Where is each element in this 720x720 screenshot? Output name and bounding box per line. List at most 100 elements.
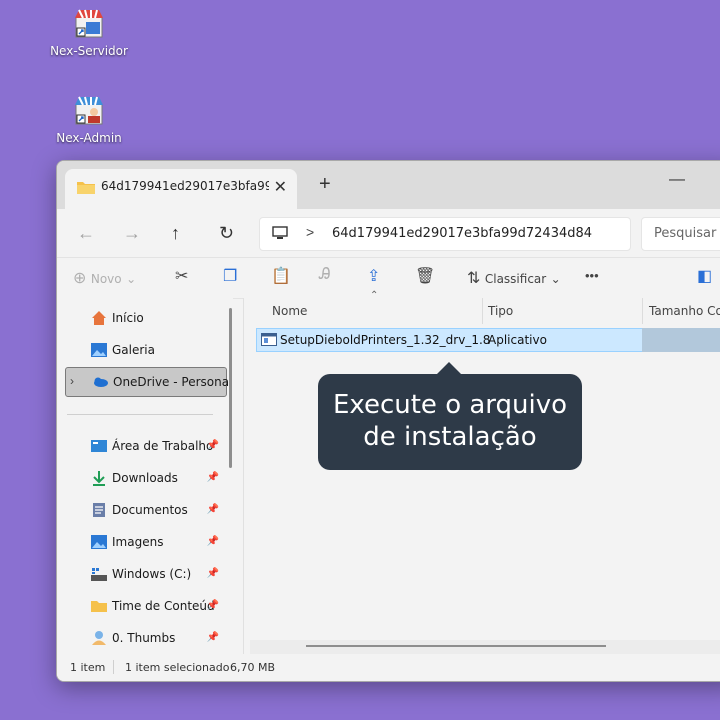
sidebar-item-onedrive[interactable]: › OneDrive - Personal bbox=[65, 367, 232, 397]
search-placeholder: Pesquisar e bbox=[654, 226, 720, 241]
file-size-cell[interactable]: 6 bbox=[642, 328, 720, 352]
sidebar-item-area-de-trabalho[interactable]: Área de Trabalho 📌 bbox=[65, 432, 225, 460]
computer-icon bbox=[272, 226, 288, 239]
status-selection: 1 item selecionado bbox=[125, 661, 230, 674]
document-icon bbox=[91, 502, 107, 518]
share-icon[interactable]: ⇪ bbox=[367, 266, 380, 286]
forward-arrow-icon[interactable]: → bbox=[123, 223, 141, 244]
chevron-down-icon: ⌄ bbox=[550, 272, 561, 286]
status-bar: 1 item 1 item selecionado 6,70 MB bbox=[57, 654, 720, 681]
sidebar-item-thumbs[interactable]: 0. Thumbs 📌 bbox=[65, 624, 225, 652]
callout-line-1: Execute o arquivo bbox=[332, 390, 568, 420]
more-options-icon[interactable]: ••• bbox=[585, 268, 599, 283]
pin-icon[interactable]: 📌 bbox=[207, 632, 219, 643]
navigation-bar: ← → ↑ ↻ > 64d179941ed29017e3bfa99d72434d… bbox=[57, 209, 720, 257]
folder-icon bbox=[91, 598, 107, 614]
horizontal-scrollbar-track bbox=[250, 640, 720, 654]
home-icon bbox=[91, 310, 107, 326]
tab-title: 64d179941ed29017e3bfa99d7 bbox=[101, 179, 269, 193]
pin-icon[interactable]: 📌 bbox=[207, 600, 219, 611]
sidebar-item-label: Início bbox=[112, 311, 144, 325]
refresh-icon[interactable]: ↻ bbox=[219, 223, 234, 244]
callout-line-2: de instalação bbox=[363, 422, 537, 452]
sidebar-item-label: Downloads bbox=[112, 471, 178, 485]
sidebar-item-label: Área de Trabalho bbox=[112, 439, 214, 453]
sidebar-item-time-de-conteudo[interactable]: Time de Conteúd 📌 bbox=[65, 592, 225, 620]
desktop-icon bbox=[91, 438, 107, 454]
sidebar-item-documentos[interactable]: Documentos 📌 bbox=[65, 496, 225, 524]
sidebar-item-label: OneDrive - Personal bbox=[113, 375, 233, 389]
sidebar-item-label: Documentos bbox=[112, 503, 188, 517]
store-admin-icon bbox=[73, 95, 105, 127]
close-tab-icon[interactable]: ✕ bbox=[274, 177, 287, 197]
pin-icon[interactable]: 📌 bbox=[207, 504, 219, 515]
drive-icon bbox=[91, 566, 107, 582]
pin-icon[interactable]: 📌 bbox=[207, 568, 219, 579]
file-row[interactable]: SetupDieboldPrinters_1.32_drv_1.8 Aplica… bbox=[256, 328, 644, 352]
back-arrow-icon[interactable]: ← bbox=[77, 223, 95, 244]
desktop-icon-nex-admin[interactable]: Nex-Admin bbox=[49, 95, 129, 145]
sidebar-item-label: Imagens bbox=[112, 535, 164, 549]
sidebar-item-galeria[interactable]: Galeria bbox=[65, 336, 225, 364]
search-box[interactable]: Pesquisar e bbox=[641, 217, 720, 251]
pin-icon[interactable]: 📌 bbox=[207, 440, 219, 451]
sort-button[interactable]: ⇅ Classificar ⌄ bbox=[467, 268, 561, 288]
image-icon bbox=[91, 534, 107, 550]
column-divider[interactable] bbox=[482, 298, 483, 324]
new-item-label: Novo bbox=[90, 272, 122, 286]
navigation-pane: Início Galeria › OneDrive - Personal Áre… bbox=[57, 298, 233, 654]
sidebar-item-inicio[interactable]: Início bbox=[65, 304, 225, 332]
desktop-icon-nex-servidor[interactable]: Nex-Servidor bbox=[49, 8, 129, 58]
status-divider bbox=[113, 660, 114, 674]
column-header-name[interactable]: Nome bbox=[272, 304, 307, 330]
sidebar-item-label: 0. Thumbs bbox=[112, 631, 176, 645]
sort-indicator-icon: ⌃ bbox=[370, 290, 379, 301]
breadcrumb-chevron-icon[interactable]: > bbox=[306, 224, 314, 240]
application-icon bbox=[261, 333, 277, 346]
folder-icon bbox=[77, 180, 95, 194]
sort-icon: ⇅ bbox=[467, 270, 481, 287]
download-icon bbox=[91, 470, 107, 486]
desktop-icon-label: Nex-Admin bbox=[56, 131, 122, 145]
new-item-button[interactable]: ⊕ Novo ⌄ bbox=[73, 268, 136, 288]
instruction-callout: Execute o arquivo de instalação bbox=[318, 374, 582, 470]
gallery-icon bbox=[91, 342, 107, 358]
sidebar-item-downloads[interactable]: Downloads 📌 bbox=[65, 464, 225, 492]
user-folder-icon bbox=[91, 630, 107, 646]
details-pane-icon[interactable]: ◧ bbox=[697, 266, 712, 286]
title-bar: 64d179941ed29017e3bfa99d7 ✕ + — bbox=[57, 161, 720, 209]
address-bar[interactable]: > 64d179941ed29017e3bfa99d72434d84 bbox=[259, 217, 631, 251]
horizontal-scrollbar[interactable] bbox=[306, 645, 606, 647]
delete-icon[interactable]: 🗑 bbox=[415, 266, 435, 286]
column-divider[interactable] bbox=[642, 298, 643, 324]
status-size: 6,70 MB bbox=[230, 661, 276, 674]
pin-icon[interactable]: 📌 bbox=[207, 536, 219, 547]
sort-label: Classificar bbox=[484, 272, 547, 286]
cut-icon[interactable]: ✂ bbox=[175, 266, 188, 286]
paste-icon[interactable]: 📋 bbox=[271, 266, 291, 286]
new-tab-button[interactable]: + bbox=[319, 173, 331, 196]
store-server-icon bbox=[73, 8, 105, 40]
copy-icon[interactable]: ❐ bbox=[223, 266, 237, 286]
file-name: SetupDieboldPrinters_1.32_drv_1.8 bbox=[280, 333, 491, 347]
up-arrow-icon[interactable]: ↑ bbox=[171, 223, 180, 244]
status-item-count: 1 item bbox=[70, 661, 106, 674]
column-header-size[interactable]: Tamanho Cor bbox=[649, 304, 720, 330]
breadcrumb-path[interactable]: 64d179941ed29017e3bfa99d72434d84 bbox=[332, 226, 592, 241]
plus-circle-icon: ⊕ bbox=[73, 270, 87, 287]
desktop-icon-label: Nex-Servidor bbox=[50, 44, 128, 58]
chevron-right-icon[interactable]: › bbox=[70, 374, 74, 388]
tab-current-folder[interactable]: 64d179941ed29017e3bfa99d7 ✕ bbox=[65, 169, 297, 209]
sidebar-scrollbar[interactable] bbox=[229, 308, 232, 468]
column-header-type[interactable]: Tipo bbox=[488, 304, 513, 330]
pin-icon[interactable]: 📌 bbox=[207, 472, 219, 483]
minimize-button[interactable]: — bbox=[669, 171, 685, 189]
sidebar-item-imagens[interactable]: Imagens 📌 bbox=[65, 528, 225, 556]
rename-icon[interactable]: Ꭿ bbox=[319, 266, 331, 284]
sidebar-item-windows-c[interactable]: Windows (C:) 📌 bbox=[65, 560, 225, 588]
sidebar-item-label: Windows (C:) bbox=[112, 567, 192, 581]
sidebar-item-label: Time de Conteúd bbox=[112, 599, 215, 613]
sidebar-item-label: Galeria bbox=[112, 343, 155, 357]
file-type: Aplicativo bbox=[488, 333, 547, 347]
cloud-icon bbox=[92, 374, 108, 390]
